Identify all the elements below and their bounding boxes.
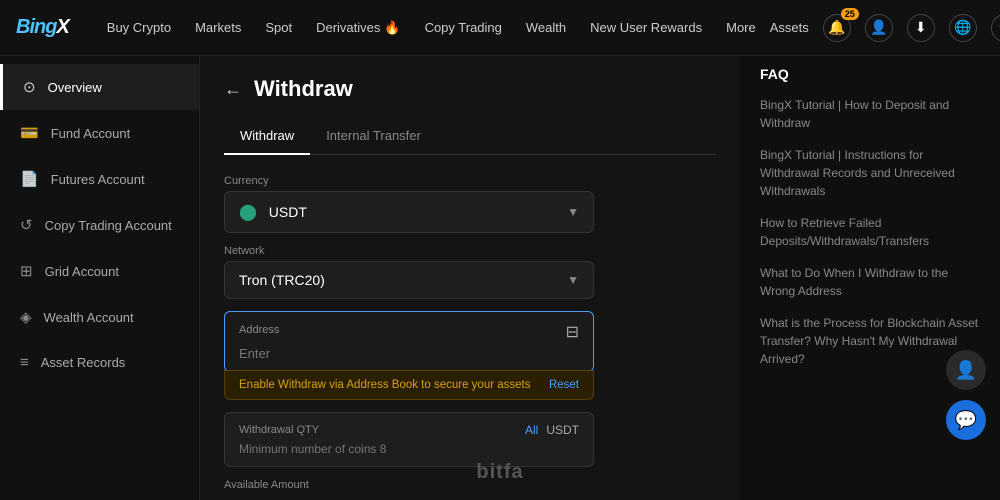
address-group: Address ⊟ Enable Withdraw via Address Bo… — [224, 311, 594, 400]
nav-derivatives[interactable]: Derivatives 🔥 — [306, 16, 410, 40]
sidebar-item-wealth-account[interactable]: ◈ Wealth Account — [0, 294, 199, 340]
download-icon[interactable]: ⬇ — [907, 14, 935, 42]
address-label: Address — [239, 324, 279, 336]
top-navigation: BingX Buy Crypto Markets Spot Derivative… — [0, 0, 1000, 56]
qty-group: Withdrawal QTY All USDT — [224, 412, 594, 467]
tab-bar: Withdraw Internal Transfer — [224, 120, 716, 155]
floating-buttons: 👤 💬 — [946, 350, 986, 440]
sidebar-item-grid-account[interactable]: ⊞ Grid Account — [0, 248, 199, 294]
wealth-icon: ◈ — [20, 308, 32, 326]
fund-icon: 💳 — [20, 124, 39, 142]
address-input[interactable] — [239, 346, 579, 361]
nav-more[interactable]: More — [716, 16, 766, 39]
warning-banner: Enable Withdraw via Address Book to secu… — [224, 370, 594, 400]
notification-badge: 25 — [841, 8, 859, 20]
usdt-icon: ⬤ — [239, 204, 257, 221]
grid-icon: ⊞ — [20, 262, 33, 280]
available-label: Available Amount — [224, 479, 594, 491]
sidebar-item-copy-trading[interactable]: ↺ Copy Trading Account — [0, 202, 199, 248]
nav-buy-crypto[interactable]: Buy Crypto — [97, 16, 181, 39]
flame-icon: 🔥 — [384, 20, 400, 36]
back-button[interactable]: ← — [224, 79, 242, 100]
sidebar-item-fund-account[interactable]: 💳 Fund Account — [0, 110, 199, 156]
currency-group: Currency ⬤ USDT ▼ — [224, 175, 594, 233]
nav-new-user-rewards[interactable]: New User Rewards — [580, 16, 712, 39]
address-book-icon[interactable]: ⊟ — [566, 322, 579, 342]
chevron-down-icon: ▼ — [567, 205, 579, 219]
faq-item-2[interactable]: How to Retrieve Failed Deposits/Withdraw… — [760, 214, 980, 250]
address-box: Address ⊟ — [224, 311, 594, 372]
available-section: Available Amount Fund Account 0.00000000… — [224, 479, 594, 500]
faq-title: FAQ — [760, 66, 980, 82]
nav-markets[interactable]: Markets — [185, 16, 251, 39]
globe-icon[interactable]: 🌐 — [949, 14, 977, 42]
faq-item-0[interactable]: BingX Tutorial | How to Deposit and With… — [760, 96, 980, 132]
page-layout: ⊙ Overview 💳 Fund Account 📄 Futures Acco… — [0, 56, 1000, 500]
qty-all-button[interactable]: All — [525, 423, 538, 437]
qty-input[interactable] — [239, 442, 579, 456]
network-label: Network — [224, 245, 594, 257]
support-icon-button[interactable]: 👤 — [946, 350, 986, 390]
currency-label: Currency — [224, 175, 594, 187]
nav-copy-trading[interactable]: Copy Trading — [415, 16, 512, 39]
faq-item-1[interactable]: BingX Tutorial | Instructions for Withdr… — [760, 146, 980, 200]
sidebar-item-futures-account[interactable]: 📄 Futures Account — [0, 156, 199, 202]
sidebar: ⊙ Overview 💳 Fund Account 📄 Futures Acco… — [0, 56, 200, 500]
withdraw-form: Currency ⬤ USDT ▼ Network Tron (TRC20) ▼ — [224, 175, 594, 500]
overview-icon: ⊙ — [23, 78, 36, 96]
page-title: Withdraw — [254, 76, 353, 102]
page-header: ← Withdraw — [224, 76, 716, 102]
records-icon: ≡ — [20, 354, 29, 371]
qty-box: Withdrawal QTY All USDT — [224, 412, 594, 467]
nav-wealth[interactable]: Wealth — [516, 16, 576, 39]
assets-button[interactable]: Assets — [770, 20, 809, 35]
watermark: bitfa — [476, 461, 523, 484]
network-select[interactable]: Tron (TRC20) ▼ — [224, 261, 594, 299]
main-content: ← Withdraw Withdraw Internal Transfer Cu… — [200, 56, 740, 500]
qty-label: Withdrawal QTY — [239, 424, 319, 436]
nav-right-section: Assets 🔔 25 👤 ⬇ 🌐 ☀ — [770, 14, 1000, 42]
network-group: Network Tron (TRC20) ▼ — [224, 245, 594, 299]
warning-text: Enable Withdraw via Address Book to secu… — [239, 379, 530, 391]
chat-button[interactable]: 💬 — [946, 400, 986, 440]
currency-select[interactable]: ⬤ USDT ▼ — [224, 191, 594, 233]
theme-icon[interactable]: ☀ — [991, 14, 1000, 42]
logo[interactable]: BingX — [16, 16, 69, 39]
sidebar-item-overview[interactable]: ⊙ Overview — [0, 64, 199, 110]
qty-currency-label: USDT — [546, 423, 579, 437]
sidebar-item-asset-records[interactable]: ≡ Asset Records — [0, 340, 199, 385]
user-icon[interactable]: 👤 — [865, 14, 893, 42]
faq-item-3[interactable]: What to Do When I Withdraw to the Wrong … — [760, 264, 980, 300]
nav-spot[interactable]: Spot — [255, 16, 302, 39]
notifications-button[interactable]: 🔔 25 — [823, 14, 851, 42]
warning-reset-link[interactable]: Reset — [549, 379, 579, 391]
chevron-down-icon-network: ▼ — [567, 273, 579, 287]
futures-icon: 📄 — [20, 170, 39, 188]
tab-internal-transfer[interactable]: Internal Transfer — [310, 120, 437, 154]
copy-trading-icon: ↺ — [20, 216, 33, 234]
tab-withdraw[interactable]: Withdraw — [224, 120, 310, 155]
